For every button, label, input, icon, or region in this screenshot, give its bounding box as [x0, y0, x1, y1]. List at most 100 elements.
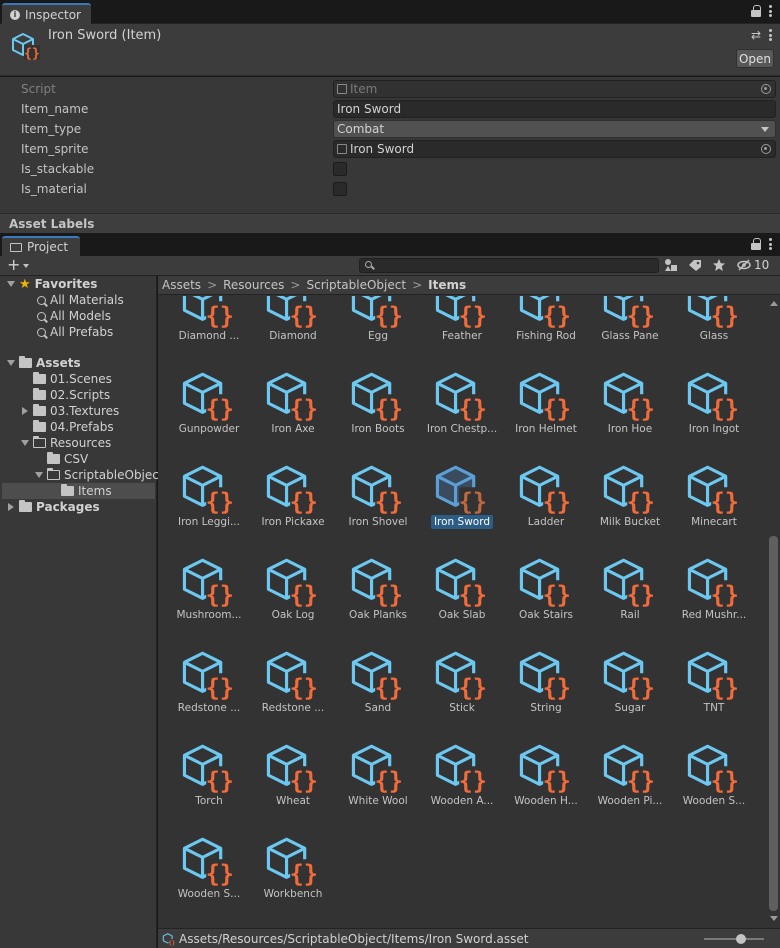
item-type-value: Combat: [337, 122, 385, 136]
tree-item-04-prefabs[interactable]: 04.Prefabs: [21, 419, 114, 435]
tree-item-01-scenes[interactable]: 01.Scenes: [21, 371, 112, 387]
expand-down-icon[interactable]: [7, 281, 15, 287]
tree-item-02-scripts[interactable]: 02.Scripts: [21, 387, 110, 403]
create-button[interactable]: +: [7, 257, 20, 273]
asset-tile[interactable]: {} Diamond: [251, 296, 335, 364]
tree-item-03-textures[interactable]: 03.Textures: [21, 403, 119, 419]
component-menu-icon[interactable]: [769, 29, 772, 41]
expand-down-icon[interactable]: [35, 472, 43, 478]
asset-tile[interactable]: {} Iron Pickaxe: [251, 460, 335, 550]
asset-tile[interactable]: {} Wooden Pi...: [588, 739, 672, 829]
more-menu-icon[interactable]: [769, 238, 772, 250]
asset-tile[interactable]: {} Diamond ...: [167, 296, 251, 364]
asset-tile[interactable]: {} Sugar: [588, 646, 672, 736]
asset-tile[interactable]: {} Iron Hoe: [588, 367, 672, 457]
tree-item-all-materials[interactable]: All Materials: [21, 292, 124, 308]
tab-project[interactable]: Project: [2, 236, 81, 256]
tree-item-all-models[interactable]: All Models: [21, 308, 111, 324]
asset-tile[interactable]: {} Iron Helmet: [504, 367, 588, 457]
asset-tile[interactable]: {} Iron Axe: [251, 367, 335, 457]
asset-tile[interactable]: {} Iron Boots: [336, 367, 420, 457]
icon-size-slider-thumb[interactable]: [736, 934, 746, 944]
expand-right-icon[interactable]: [8, 503, 14, 511]
item-type-dropdown[interactable]: Combat: [333, 120, 776, 138]
lock-icon[interactable]: [751, 5, 761, 17]
breadcrumb-item[interactable]: ScriptableObject: [306, 278, 406, 292]
open-button[interactable]: Open: [736, 49, 774, 68]
asset-tile[interactable]: {} Oak Stairs: [504, 553, 588, 643]
is-material-checkbox[interactable]: [333, 182, 347, 196]
asset-tile[interactable]: {} Wooden S...: [672, 739, 756, 829]
asset-tile[interactable]: {} Oak Log: [251, 553, 335, 643]
tab-inspector[interactable]: i Inspector: [2, 3, 91, 24]
preset-icon[interactable]: ⇄: [751, 28, 761, 42]
breadcrumb-item[interactable]: Items: [428, 278, 466, 292]
vertical-scrollbar[interactable]: [767, 296, 780, 928]
tree-item-all-prefabs[interactable]: All Prefabs: [21, 324, 113, 340]
asset-tile[interactable]: {} TNT: [672, 646, 756, 736]
breadcrumb-item[interactable]: Resources: [223, 278, 284, 292]
tree-item-favorites[interactable]: ★ Favorites: [7, 276, 97, 292]
asset-tile[interactable]: {} Rail: [588, 553, 672, 643]
search-input[interactable]: [359, 258, 659, 273]
breadcrumb-item[interactable]: Assets: [162, 278, 201, 292]
expand-down-icon[interactable]: [21, 440, 29, 446]
asset-tile[interactable]: {} Iron Leggi...: [167, 460, 251, 550]
asset-tile[interactable]: {} White Wool: [336, 739, 420, 829]
item-sprite-field[interactable]: Iron Sword: [333, 140, 776, 158]
asset-tile[interactable]: {} Wooden A...: [420, 739, 504, 829]
asset-tile[interactable]: {} Feather: [420, 296, 504, 364]
asset-tile[interactable]: {} Iron Shovel: [336, 460, 420, 550]
expand-right-icon[interactable]: [22, 407, 28, 415]
asset-tile[interactable]: {} Oak Planks: [336, 553, 420, 643]
asset-tile[interactable]: {} Minecart: [672, 460, 756, 550]
asset-tile[interactable]: {} Milk Bucket: [588, 460, 672, 550]
asset-tile[interactable]: {} Wooden H...: [504, 739, 588, 829]
create-caret-icon[interactable]: [23, 264, 29, 268]
icon-size-slider[interactable]: [704, 938, 764, 940]
tree-item-resources[interactable]: Resources: [21, 435, 111, 451]
asset-tile[interactable]: {} Oak Slab: [420, 553, 504, 643]
asset-tile[interactable]: {} Wheat: [251, 739, 335, 829]
lock-icon[interactable]: [751, 238, 761, 250]
asset-tile[interactable]: {} Iron Ingot: [672, 367, 756, 457]
asset-tile[interactable]: {} Iron Sword: [420, 460, 504, 550]
is-stackable-checkbox[interactable]: [333, 162, 347, 176]
item-name-field[interactable]: Iron Sword: [333, 100, 776, 118]
asset-tile[interactable]: {} Stick: [420, 646, 504, 736]
search-by-label-icon[interactable]: [688, 258, 702, 272]
asset-tile[interactable]: {} Egg: [336, 296, 420, 364]
scriptable-object-icon: {}: [603, 296, 655, 330]
asset-tile[interactable]: {} Redstone ...: [167, 646, 251, 736]
tree-item-assets[interactable]: Assets: [7, 355, 81, 371]
object-picker-icon[interactable]: [761, 144, 771, 154]
asset-tile[interactable]: {} Torch: [167, 739, 251, 829]
asset-tile[interactable]: {} Glass Pane: [588, 296, 672, 364]
asset-tile[interactable]: {} Iron Chestp...: [420, 367, 504, 457]
expand-down-icon[interactable]: [7, 360, 15, 366]
hidden-packages-icon[interactable]: [736, 258, 752, 272]
asset-tile-label: Oak Stairs: [518, 609, 574, 621]
asset-tile[interactable]: {} Sand: [336, 646, 420, 736]
scroll-up-icon[interactable]: [770, 301, 778, 306]
tree-item-items[interactable]: Items: [2, 483, 155, 499]
asset-tile[interactable]: {} String: [504, 646, 588, 736]
more-menu-icon[interactable]: [769, 5, 772, 17]
scroll-down-icon[interactable]: [770, 916, 778, 921]
search-by-type-icon[interactable]: [664, 258, 678, 272]
asset-tile[interactable]: {} Redstone ...: [251, 646, 335, 736]
asset-tile[interactable]: {} Workbench: [251, 832, 335, 922]
asset-labels-section[interactable]: Asset Labels: [0, 213, 780, 233]
asset-tile[interactable]: {} Wooden S...: [167, 832, 251, 922]
asset-tile[interactable]: {} Fishing Rod: [504, 296, 588, 364]
tree-item-csv[interactable]: CSV: [35, 451, 88, 467]
asset-tile[interactable]: {} Red Mushr...: [672, 553, 756, 643]
asset-tile[interactable]: {} Mushroom...: [167, 553, 251, 643]
asset-tile[interactable]: {} Gunpowder: [167, 367, 251, 457]
asset-tile[interactable]: {} Glass: [672, 296, 756, 364]
scroll-thumb[interactable]: [769, 536, 778, 911]
favorite-star-icon[interactable]: [712, 258, 726, 272]
asset-tile[interactable]: {} Ladder: [504, 460, 588, 550]
tree-item-scriptableobject[interactable]: ScriptableObject: [35, 467, 164, 483]
tree-item-packages[interactable]: Packages: [7, 499, 100, 515]
